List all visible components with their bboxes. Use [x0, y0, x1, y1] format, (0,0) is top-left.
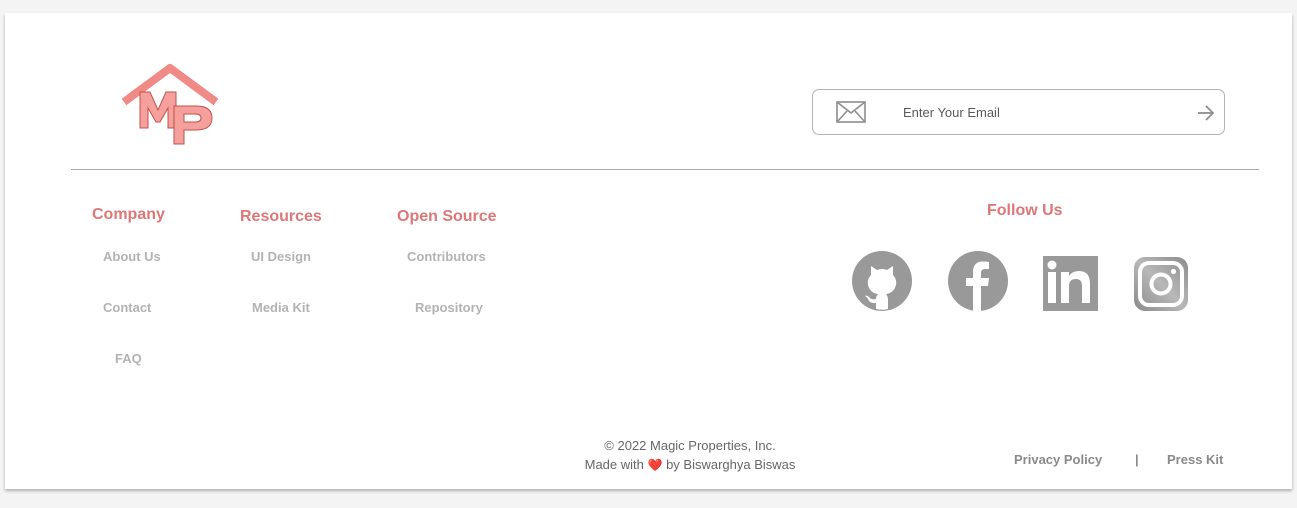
open-source-heading: Open Source [397, 208, 497, 225]
author-credit: by Biswarghya Biswas [666, 457, 796, 472]
ui-design-link[interactable]: UI Design [251, 249, 311, 264]
heart-icon: ❤️ [647, 458, 663, 472]
company-heading: Company [92, 206, 165, 223]
faq-link[interactable]: FAQ [115, 351, 142, 366]
facebook-icon[interactable] [948, 251, 1008, 311]
about-us-link[interactable]: About Us [103, 249, 161, 264]
linkedin-icon[interactable] [1041, 251, 1101, 311]
follow-us-heading: Follow Us [987, 202, 1063, 219]
mail-icon [836, 101, 866, 123]
media-kit-link[interactable]: Media Kit [252, 300, 310, 315]
instagram-icon[interactable] [1132, 251, 1192, 311]
privacy-policy-link[interactable]: Privacy Policy [1014, 452, 1102, 467]
email-input[interactable] [903, 100, 1163, 124]
resources-heading: Resources [240, 208, 322, 225]
brand-logo[interactable]: MP [118, 64, 222, 150]
contact-link[interactable]: Contact [103, 300, 151, 315]
made-with-label: Made with [584, 457, 644, 472]
legal-separator: | [1135, 452, 1139, 467]
github-icon[interactable] [852, 251, 912, 311]
made-with-text: Made with ❤️ by Biswarghya Biswas [585, 457, 796, 472]
press-kit-link[interactable]: Press Kit [1167, 452, 1223, 467]
arrow-right-icon[interactable] [1196, 103, 1216, 123]
divider [71, 169, 1259, 170]
copyright-text: © 2022 Magic Properties, Inc. [604, 438, 776, 453]
contributors-link[interactable]: Contributors [407, 249, 486, 264]
newsletter-form [812, 89, 1225, 135]
repository-link[interactable]: Repository [415, 300, 483, 315]
